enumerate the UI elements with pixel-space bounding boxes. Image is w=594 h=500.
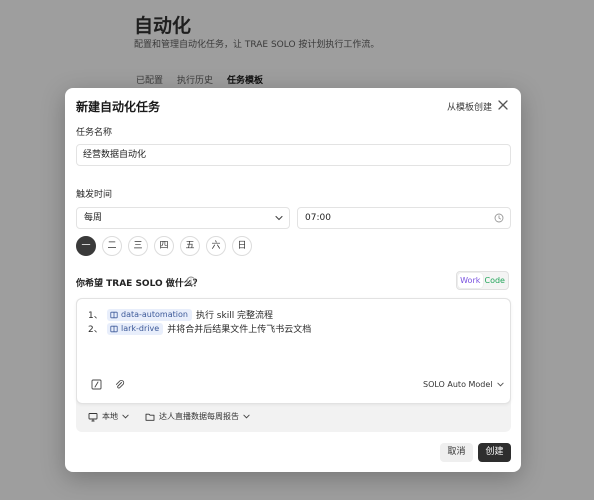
info-icon[interactable]	[186, 276, 196, 286]
frequency-select[interactable]: 每周	[76, 207, 290, 229]
day-sat[interactable]: 六	[206, 236, 226, 256]
create-button[interactable]: 创建	[478, 443, 511, 462]
book-icon	[110, 311, 118, 318]
skill-chip[interactable]: lark-drive	[107, 322, 164, 335]
day-mon[interactable]: 一	[76, 236, 96, 256]
slash-command-icon[interactable]	[91, 379, 102, 390]
prompt-line: 2、 lark-drive 并将合并后结果文件上传飞书云文档	[88, 322, 311, 335]
skill-chip[interactable]: data-automation	[107, 308, 192, 321]
book-icon	[110, 325, 118, 332]
day-thu[interactable]: 四	[154, 236, 174, 256]
page-subtitle: 配置和管理自动化任务，让 TRAE SOLO 按计划执行工作流。	[134, 40, 380, 50]
skill-chip-label: lark-drive	[121, 324, 160, 333]
line-number: 2、	[88, 325, 103, 335]
prompt-line: 1、 data-automation 执行 skill 完整流程	[88, 308, 273, 321]
location-select[interactable]: 本地	[88, 411, 129, 422]
model-label: SOLO Auto Model	[423, 380, 493, 389]
skill-chip-label: data-automation	[121, 310, 188, 319]
frequency-value: 每周	[84, 213, 103, 223]
line-number: 1、	[88, 311, 103, 321]
cancel-button[interactable]: 取消	[440, 443, 473, 462]
task-name-input[interactable]: 经营数据自动化	[76, 144, 511, 166]
model-select[interactable]: SOLO Auto Model	[423, 380, 504, 389]
day-sun[interactable]: 日	[232, 236, 252, 256]
day-fri[interactable]: 五	[180, 236, 200, 256]
day-wed[interactable]: 三	[128, 236, 148, 256]
weekday-selector: 一 二 三 四 五 六 日	[76, 236, 252, 256]
prompt-label: 你希望 TRAE SOLO 做什么？	[76, 279, 202, 289]
context-bar: 本地 达人直播数据每周报告	[88, 411, 250, 422]
from-template-link[interactable]: 从模板创建	[447, 100, 492, 113]
time-input[interactable]: 07:00	[297, 207, 511, 229]
tab-templates[interactable]: 任务模板	[227, 73, 263, 86]
monitor-icon	[88, 412, 98, 421]
day-tue[interactable]: 二	[102, 236, 122, 256]
time-value: 07:00	[305, 213, 331, 223]
chevron-down-icon	[496, 382, 504, 387]
chevron-down-icon	[275, 215, 283, 221]
tab-history[interactable]: 执行历史	[177, 73, 213, 86]
location-label: 本地	[102, 412, 118, 421]
mode-code-button[interactable]: Code	[483, 273, 508, 288]
mode-toggle: Work Code	[456, 271, 509, 290]
trigger-time-label: 触发时间	[76, 190, 113, 200]
tab-configured[interactable]: 已配置	[136, 73, 163, 86]
folder-label: 达人直播数据每周报告	[159, 412, 239, 421]
folder-select[interactable]: 达人直播数据每周报告	[145, 411, 250, 422]
close-icon[interactable]	[496, 98, 510, 112]
folder-icon	[145, 413, 155, 421]
new-automation-dialog: 新建自动化任务 从模板创建 任务名称 经营数据自动化 触发时间 每周 07:00…	[65, 88, 521, 472]
dialog-title: 新建自动化任务	[76, 100, 161, 114]
line-text: 执行 skill 完整流程	[195, 311, 274, 321]
task-name-label: 任务名称	[76, 128, 113, 138]
prompt-editor[interactable]: 1、 data-automation 执行 skill 完整流程 2、 lark…	[76, 298, 511, 404]
page-title: 自动化	[134, 15, 192, 37]
paperclip-icon[interactable]	[114, 379, 125, 390]
mode-work-button[interactable]: Work	[458, 273, 483, 288]
clock-icon	[494, 213, 504, 223]
prompt-editor-container: 1、 data-automation 执行 skill 完整流程 2、 lark…	[76, 298, 511, 432]
line-text: 并将合并后结果文件上传飞书云文档	[167, 325, 312, 335]
chevron-down-icon	[122, 414, 129, 419]
page-tabs: 已配置 执行历史 任务模板	[136, 73, 263, 86]
chevron-down-icon	[243, 414, 250, 419]
